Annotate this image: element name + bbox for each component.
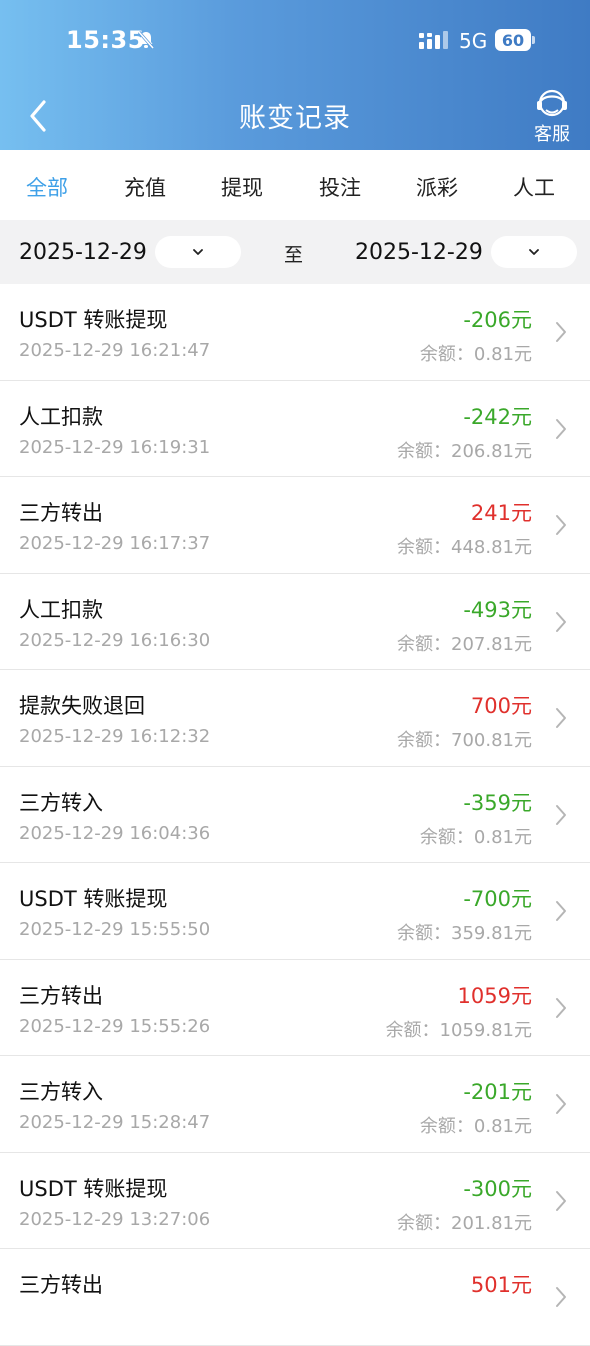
record-title: USDT 转账提现 [19, 1176, 168, 1201]
record-row[interactable]: 三方转出 2025-12-29 15:55:26 1059元余额：1059.81元 [0, 959, 590, 1056]
record-time: 2025-12-29 16:12:32 [19, 726, 211, 747]
record-balance: 余额：201.81元 [397, 1212, 532, 1234]
chevron-right-icon [556, 611, 566, 632]
chevron-right-icon [556, 804, 566, 825]
start-date: 2025-12-29 [19, 239, 147, 265]
end-date: 2025-12-29 [355, 239, 483, 265]
record-row[interactable]: 提款失败退回 2025-12-29 16:12:32 700元余额：700.81元 [0, 670, 590, 767]
record-title: USDT 转账提现 [19, 887, 168, 911]
record-amount: -359元 [463, 790, 532, 815]
record-row[interactable]: USDT 转账提现 2025-12-29 13:27:06 -300元余额：201.… [0, 1152, 590, 1249]
record-balance: 余额：0.81元 [419, 826, 532, 848]
record-amount: -201元 [463, 1080, 532, 1104]
record-balance: 余额：207.81元 [397, 633, 532, 655]
end-date-dropdown[interactable] [490, 236, 577, 268]
chevron-right-icon [556, 1190, 566, 1211]
status-bar: 15:35 5G 60 [0, 0, 590, 80]
record-row[interactable]: 人工扣款 2025-12-29 16:16:30 -493元余额：207.81元 [0, 573, 590, 670]
record-title: 三方转出 [19, 501, 103, 525]
record-title: 人工扣款 [19, 597, 103, 622]
record-title: 人工扣款 [19, 404, 103, 429]
end-date-group: 2025-12-29 [355, 220, 577, 284]
record-row[interactable]: 人工扣款 2025-12-29 16:19:31 -242元余额：206.81元 [0, 380, 590, 477]
to-label: 至 [284, 244, 304, 266]
record-time: 2025-12-29 15:55:50 [19, 919, 211, 940]
record-row[interactable]: USDT 转账提现 2025-12-29 15:55:50 -700元余额：359.… [0, 863, 590, 960]
battery-tip [532, 36, 535, 44]
record-time: 2025-12-29 15:55:26 [19, 1015, 211, 1037]
record-amount: 1059元 [457, 983, 532, 1008]
start-date-group: 2025-12-29 [19, 220, 241, 284]
chevron-right-icon [556, 322, 566, 342]
record-amount: -206元 [463, 308, 532, 332]
tab-withdraw[interactable]: 提现 [221, 172, 263, 202]
record-time: 2025-12-29 16:04:36 [19, 822, 211, 844]
record-time: 2025-12-29 16:21:47 [19, 340, 211, 361]
network-label: 5G [459, 29, 488, 53]
tab-manual[interactable]: 人工 [513, 172, 555, 202]
record-row[interactable]: 三方转入 2025-12-29 16:04:36 -359元余额：0.81元 [0, 766, 590, 863]
tab-payout[interactable]: 派彩 [416, 172, 458, 202]
record-time: 2025-12-29 16:19:31 [19, 436, 211, 458]
record-balance: 余额：206.81元 [397, 440, 532, 462]
chevron-down-icon [528, 249, 539, 255]
record-title: 三方转入 [19, 790, 103, 815]
record-time: 2025-12-29 15:28:47 [19, 1112, 211, 1133]
headset-icon [537, 89, 567, 117]
record-amount: -700元 [463, 887, 532, 911]
record-balance: 余额：448.81元 [397, 537, 532, 558]
record-list: USDT 转账提现 2025-12-29 16:21:47 -206元余额：0.81… [0, 284, 590, 1346]
chevron-right-icon [556, 901, 566, 921]
record-row[interactable]: 三方转入 2025-12-29 15:28:47 -201元余额：0.81元 [0, 1056, 590, 1153]
battery-icon: 60 [495, 29, 535, 51]
record-title: 三方转出 [19, 983, 103, 1008]
tab-deposit[interactable]: 充值 [124, 172, 166, 202]
record-row[interactable]: USDT 转账提现 2025-12-29 16:21:47 -206元余额：0.81… [0, 284, 590, 381]
record-time: 2025-12-29 16:16:30 [19, 629, 211, 651]
customer-service-label: 客服 [534, 124, 570, 145]
date-filter: 2025-12-29 至 2025-12-29 [0, 220, 590, 284]
start-date-dropdown[interactable] [154, 236, 241, 268]
app-header: 15:35 5G 60 账变记录 客服 [0, 0, 590, 150]
chevron-right-icon [556, 418, 566, 439]
record-balance: 余额：0.81元 [419, 1116, 532, 1137]
record-amount: 241元 [470, 501, 532, 525]
record-balance: 余额：700.81元 [397, 730, 532, 751]
record-balance: 余额：0.81元 [419, 344, 532, 365]
record-amount: 501元 [470, 1273, 532, 1297]
status-time: 15:35 [66, 26, 145, 54]
record-balance: 余额：1059.81元 [385, 1019, 532, 1041]
record-amount: -300元 [463, 1176, 532, 1201]
record-amount: 700元 [470, 694, 532, 718]
record-row[interactable]: 三方转出 501元 [0, 1249, 590, 1346]
record-title: 三方转入 [19, 1080, 103, 1104]
record-amount: -242元 [463, 404, 532, 429]
chevron-right-icon [556, 708, 566, 728]
record-amount: -493元 [463, 597, 532, 622]
chevron-right-icon [556, 1287, 566, 1307]
tab-bet[interactable]: 投注 [319, 172, 361, 202]
record-row[interactable]: 三方转出 2025-12-29 16:17:37 241元余额：448.81元 [0, 477, 590, 574]
record-title: 提款失败退回 [19, 694, 145, 718]
record-title: USDT 转账提现 [19, 308, 168, 332]
record-time: 2025-12-29 16:17:37 [19, 533, 211, 554]
battery-level: 60 [495, 29, 531, 51]
bell-slash-icon [137, 31, 155, 49]
chevron-right-icon [556, 515, 566, 535]
record-title: 三方转出 [19, 1273, 103, 1297]
customer-service-button[interactable]: 客服 [524, 86, 580, 146]
chevron-right-icon [556, 1094, 566, 1114]
category-tabs: 全部 充值 提现 投注 派彩 人工 [0, 150, 590, 220]
chevron-down-icon [192, 249, 203, 255]
page-title: 账变记录 [239, 103, 351, 134]
chevron-right-icon [556, 997, 566, 1018]
signal-icon [419, 31, 448, 49]
record-balance: 余额：359.81元 [397, 923, 532, 944]
record-time: 2025-12-29 13:27:06 [19, 1208, 211, 1230]
tab-all[interactable]: 全部 [26, 172, 68, 202]
